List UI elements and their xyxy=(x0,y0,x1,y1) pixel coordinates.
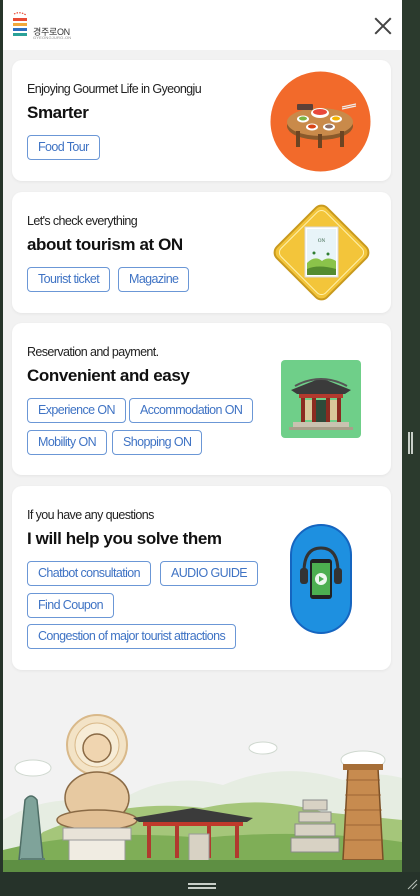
tag-shopping-on[interactable]: Shopping ON xyxy=(112,430,203,455)
close-icon[interactable] xyxy=(373,16,393,36)
side-resize-handle[interactable] xyxy=(408,432,413,454)
logo-mark-icon xyxy=(13,12,27,36)
app-panel: 경주로ON GYEONGJURO-ON Enjoying Gourmet Lif… xyxy=(3,0,402,872)
tag-audio-guide[interactable]: AUDIO GUIDE xyxy=(160,561,259,586)
logo[interactable]: 경주로ON GYEONGJURO-ON xyxy=(11,12,91,42)
tag-magazine[interactable]: Magazine xyxy=(118,267,190,292)
gyeongju-landmarks-illustration xyxy=(3,700,402,872)
card-title: Convenient and easy xyxy=(27,366,190,385)
card-subtitle: Reservation and payment. xyxy=(27,345,159,359)
card-title: about tourism at ON xyxy=(27,235,183,254)
tag-experience-on[interactable]: Experience ON xyxy=(27,398,126,423)
card-title: I will help you solve them xyxy=(27,529,222,548)
tag-accommodation-on[interactable]: Accommodation ON xyxy=(129,398,254,423)
card-food-tour: Enjoying Gourmet Life in Gyeongju Smarte… xyxy=(12,60,391,181)
card-subtitle: If you have any questions xyxy=(27,508,154,522)
tag-food-tour[interactable]: Food Tour xyxy=(27,135,100,160)
hanok-gate-icon xyxy=(281,360,361,438)
food-table-icon xyxy=(270,71,371,172)
svg-text:ON: ON xyxy=(318,239,326,244)
audio-guide-phone-icon xyxy=(290,524,352,634)
card-subtitle: Enjoying Gourmet Life in Gyeongju xyxy=(27,82,202,96)
bottom-resize-handle[interactable] xyxy=(188,883,216,890)
card-reservation: Reservation and payment. Convenient and … xyxy=(12,323,391,475)
tag-tourist-ticket[interactable]: Tourist ticket xyxy=(27,267,111,292)
tag-mobility-on[interactable]: Mobility ON xyxy=(27,430,107,455)
tag-find-coupon[interactable]: Find Coupon xyxy=(27,593,114,618)
card-tourism: Let's check everything about tourism at … xyxy=(12,192,391,313)
tag-chatbot-consultation[interactable]: Chatbot consultation xyxy=(27,561,151,586)
header: 경주로ON GYEONGJURO-ON xyxy=(3,0,402,50)
card-title: Smarter xyxy=(27,103,89,122)
corner-resize-icon[interactable] xyxy=(406,878,418,890)
card-subtitle: Let's check everything xyxy=(27,214,138,228)
tag-congestion[interactable]: Congestion of major tourist attractions xyxy=(27,624,237,649)
card-help: If you have any questions I will help yo… xyxy=(12,486,391,670)
tourism-sign-icon: ON xyxy=(273,204,370,301)
logo-subtext: GYEONGJURO-ON xyxy=(33,35,72,40)
